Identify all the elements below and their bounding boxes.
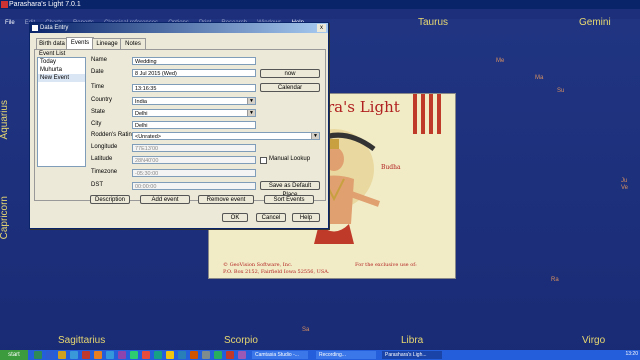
timezone-label: Timezone xyxy=(91,169,118,175)
latitude-label: Latitude xyxy=(91,156,113,162)
planet-mars: Ma xyxy=(535,75,544,81)
taskbar: start Camtasia Studio -... Recording... … xyxy=(0,350,640,360)
quicklaunch-icon[interactable] xyxy=(238,351,246,359)
menu-bar: File Edit Charts Reports Classical refer… xyxy=(0,9,640,26)
sign-scorpio: Scorpio xyxy=(224,335,258,346)
splash-brand: ra's Light xyxy=(327,98,400,116)
event-list[interactable]: Today Muhurta New Event xyxy=(37,57,86,167)
planet-mercury: Me xyxy=(496,58,505,64)
menu-file[interactable]: File xyxy=(5,18,15,28)
splash-budha-label: Budha xyxy=(381,164,401,171)
planet-jupiter: Ju xyxy=(621,178,628,184)
quicklaunch-icon[interactable] xyxy=(82,351,90,359)
planet-saturn: Sa xyxy=(302,327,310,333)
state-select[interactable]: Delhi ▼ xyxy=(132,109,256,117)
list-item[interactable]: Muhurta xyxy=(38,66,85,74)
sign-libra: Libra xyxy=(401,335,424,346)
quicklaunch-icon[interactable] xyxy=(94,351,102,359)
quicklaunch-icon[interactable] xyxy=(130,351,138,359)
app-title-bar: Parashara's Light 7.0.1 xyxy=(0,0,640,9)
longitude-input[interactable]: 77E13'00 xyxy=(132,144,256,152)
task-recording[interactable]: Recording... xyxy=(316,351,376,359)
dialog-icon xyxy=(32,25,38,31)
latitude-input[interactable]: 28N40'00 xyxy=(132,156,256,164)
save-default-place-button[interactable]: Save as Default Place xyxy=(260,181,320,198)
splash-address: P.O. Box 2152, Fairfield Iowa 52556, USA… xyxy=(223,269,330,275)
city-input[interactable]: Delhi xyxy=(132,121,256,129)
splash-copyright: © GeoVision Software, Inc. xyxy=(223,262,293,268)
dialog-title-bar: Data Entry x xyxy=(30,23,328,33)
task-parashara[interactable]: Parashara's Ligh... xyxy=(382,351,442,359)
city-label: City xyxy=(91,121,102,127)
rodden-value: <Unrated> xyxy=(135,134,161,140)
decorative-stripes xyxy=(413,94,441,134)
cancel-button[interactable]: Cancel xyxy=(256,213,286,222)
chevron-down-icon[interactable]: ▼ xyxy=(247,110,255,116)
name-label: Name xyxy=(91,57,108,63)
time-label: Time xyxy=(91,84,105,90)
sign-sagittarius: Sagittarius xyxy=(58,335,106,346)
sign-capricorn: Capricorn xyxy=(0,196,10,240)
sign-aquarius: Aquarius xyxy=(0,100,10,140)
description-button[interactable]: Description xyxy=(90,195,130,204)
remove-event-button[interactable]: Remove event xyxy=(198,195,254,204)
quicklaunch-icon[interactable] xyxy=(106,351,114,359)
quicklaunch-icon[interactable] xyxy=(202,351,210,359)
longitude-label: Longitude xyxy=(91,144,118,150)
ok-button[interactable]: OK xyxy=(222,213,248,222)
quicklaunch-icon[interactable] xyxy=(154,351,162,359)
splash-exclusive: For the exclusive use of: xyxy=(355,262,417,268)
planet-venus: Ve xyxy=(621,185,629,191)
dst-input[interactable]: 00:00:00 xyxy=(132,182,256,190)
quicklaunch-icon[interactable] xyxy=(142,351,150,359)
country-value: India xyxy=(135,99,147,105)
task-camtasia[interactable]: Camtasia Studio -... xyxy=(252,351,308,359)
quicklaunch-icon[interactable] xyxy=(166,351,174,359)
sign-taurus: Taurus xyxy=(418,17,449,28)
timezone-input[interactable]: -05:30:00 xyxy=(132,169,256,177)
date-input[interactable]: 8 Jul 2015 (Wed) xyxy=(132,69,256,77)
planet-rahu: Ra xyxy=(551,277,559,283)
rodden-label: Rodden's Rating xyxy=(91,132,136,138)
list-item[interactable]: Today xyxy=(38,58,85,66)
add-event-button[interactable]: Add event xyxy=(140,195,190,204)
quicklaunch-icon[interactable] xyxy=(58,351,66,359)
list-item[interactable]: New Event xyxy=(38,74,85,82)
dst-label: DST xyxy=(91,182,103,188)
quicklaunch-icon[interactable] xyxy=(70,351,78,359)
planet-sun: Su xyxy=(557,88,565,94)
dialog-title: Data Entry xyxy=(40,25,69,31)
time-input[interactable]: 13:16:35 xyxy=(132,84,256,92)
start-button[interactable]: start xyxy=(0,350,28,360)
sort-events-button[interactable]: Sort Events xyxy=(264,195,314,204)
taskbar-clock: 13:20 xyxy=(625,351,638,357)
now-button[interactable]: now xyxy=(260,69,320,78)
name-input[interactable]: Wedding xyxy=(132,57,256,65)
quicklaunch-icon[interactable] xyxy=(34,351,42,359)
data-entry-dialog: Data Entry x Birth data Events Lineage N… xyxy=(29,22,329,229)
quicklaunch-icon[interactable] xyxy=(214,351,222,359)
chevron-down-icon[interactable]: ▼ xyxy=(247,98,255,104)
date-label: Date xyxy=(91,69,104,75)
quicklaunch-icon[interactable] xyxy=(190,351,198,359)
manual-lookup-label: Manual Lookup xyxy=(269,156,311,162)
country-select[interactable]: India ▼ xyxy=(132,97,256,105)
quicklaunch-icon[interactable] xyxy=(178,351,186,359)
quicklaunch-icon[interactable] xyxy=(226,351,234,359)
manual-lookup-checkbox[interactable] xyxy=(260,157,267,164)
quicklaunch-icon[interactable] xyxy=(118,351,126,359)
chevron-down-icon[interactable]: ▼ xyxy=(311,133,319,139)
country-label: Country xyxy=(91,97,113,103)
sign-gemini: Gemini xyxy=(579,17,611,28)
help-button[interactable]: Help xyxy=(292,213,320,222)
sign-virgo: Virgo xyxy=(582,335,606,346)
close-icon[interactable]: x xyxy=(317,24,326,32)
state-label: State xyxy=(91,109,106,115)
rodden-select[interactable]: <Unrated> ▼ xyxy=(132,132,320,140)
calendar-button[interactable]: Calendar xyxy=(260,83,320,92)
app-title: Parashara's Light 7.0.1 xyxy=(9,1,81,8)
app-icon xyxy=(1,1,8,8)
quicklaunch-icon[interactable] xyxy=(46,351,54,359)
state-value: Delhi xyxy=(135,111,148,117)
